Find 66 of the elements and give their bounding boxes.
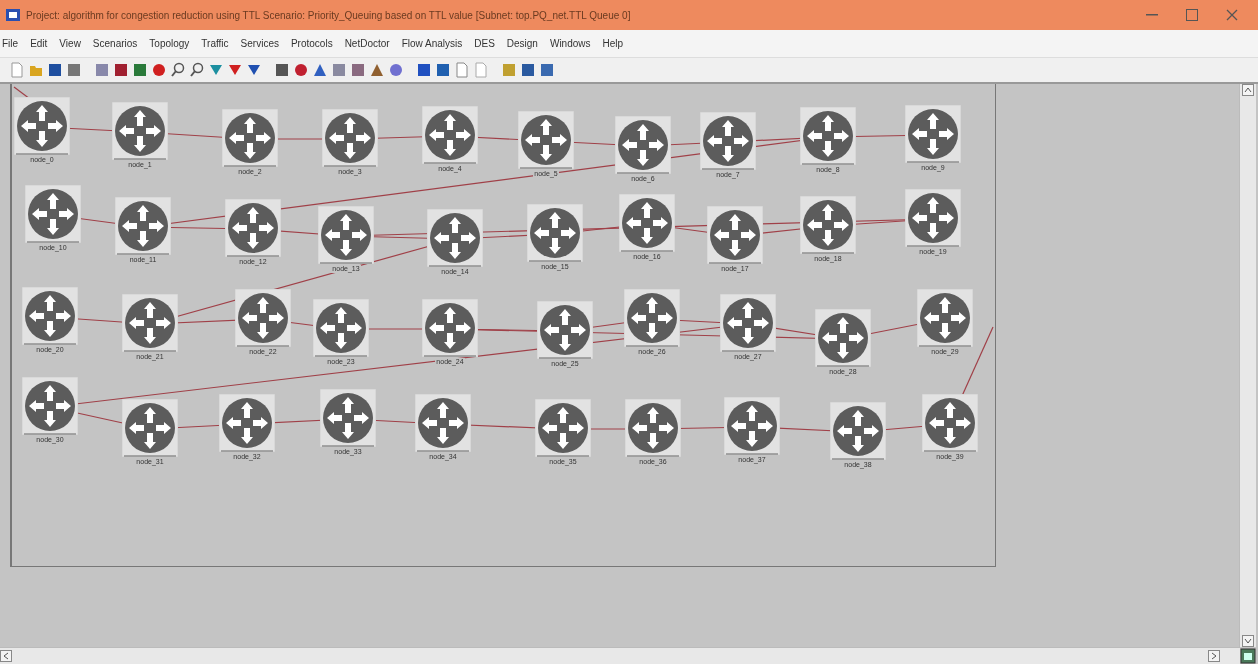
router-icon[interactable] (14, 97, 70, 155)
scroll-right-icon[interactable] (1208, 650, 1220, 662)
router-icon[interactable] (518, 111, 574, 169)
router-icon[interactable] (537, 301, 593, 359)
menu-item[interactable]: Scenarios (92, 38, 138, 49)
router-icon[interactable] (830, 402, 886, 460)
router-icon[interactable] (222, 109, 278, 167)
router-icon[interactable] (815, 309, 871, 367)
router-icon[interactable] (707, 206, 763, 264)
router-icon[interactable] (700, 112, 756, 170)
menu-item[interactable]: Services (240, 38, 279, 49)
menu-item[interactable]: File (2, 38, 19, 49)
scroll-left-icon[interactable] (0, 650, 12, 662)
maximize-icon[interactable] (1186, 9, 1198, 21)
router-icon[interactable] (320, 389, 376, 447)
router-icon[interactable] (112, 102, 168, 160)
router-icon[interactable] (115, 197, 171, 255)
menu-item[interactable]: Topology (149, 38, 190, 49)
router-icon[interactable] (22, 377, 78, 435)
router-icon[interactable] (313, 299, 369, 357)
close-icon[interactable] (1226, 9, 1238, 21)
router-icon[interactable] (25, 185, 81, 243)
router-icon[interactable] (905, 189, 961, 247)
router-icon[interactable] (527, 204, 583, 262)
router-icon[interactable] (22, 287, 78, 345)
router-icon[interactable] (122, 399, 178, 457)
scroll-up-icon[interactable] (1242, 84, 1254, 96)
menu-item[interactable]: NetDoctor (344, 38, 390, 49)
router-icon[interactable] (322, 109, 378, 167)
router-icon[interactable] (422, 299, 478, 357)
zoom-in-icon[interactable] (171, 62, 185, 78)
menu-item[interactable]: Traffic (201, 38, 229, 49)
router-icon[interactable] (625, 399, 681, 457)
router-icon[interactable] (800, 196, 856, 254)
router-icon[interactable] (225, 199, 281, 257)
scroll-down-icon[interactable] (1242, 635, 1254, 647)
menu-item[interactable]: View (59, 38, 81, 49)
router-icon[interactable] (235, 289, 291, 347)
menu-item[interactable]: Edit (30, 38, 48, 49)
zoom-out-icon[interactable] (190, 62, 204, 78)
router-icon[interactable] (615, 116, 671, 174)
triangle-icon[interactable] (313, 62, 327, 78)
router-icon[interactable] (415, 394, 471, 452)
menu-item[interactable]: Windows (549, 38, 591, 49)
router-icon[interactable] (917, 289, 973, 347)
router-icon[interactable] (122, 294, 178, 352)
router-icon[interactable] (800, 107, 856, 165)
menu-item[interactable]: DES (474, 38, 495, 49)
menu-item[interactable]: Protocols (290, 38, 333, 49)
router-icon[interactable] (422, 106, 478, 164)
router-icon[interactable] (535, 399, 591, 457)
router-icon[interactable] (905, 105, 961, 163)
menu-item[interactable]: Flow Analysis (401, 38, 463, 49)
router-icon[interactable] (922, 394, 978, 452)
app-icon (6, 9, 20, 21)
router-icon[interactable] (219, 394, 275, 452)
router-icon[interactable] (318, 206, 374, 264)
router-icon[interactable] (427, 209, 483, 267)
router-icon[interactable] (619, 194, 675, 252)
menu-item[interactable]: Help (602, 38, 624, 49)
router-icon[interactable] (720, 294, 776, 352)
link-line (961, 326, 994, 397)
window-title: Project: algorithm for congestion reduction using TTL Scenario: Priority_Queuing based on TTL value [Subnet: top.PQ_net.TTL Queue 0] (26, 9, 632, 21)
router-icon[interactable] (724, 397, 780, 455)
menu-item[interactable]: Design (506, 38, 538, 49)
router-icon[interactable] (624, 289, 680, 347)
